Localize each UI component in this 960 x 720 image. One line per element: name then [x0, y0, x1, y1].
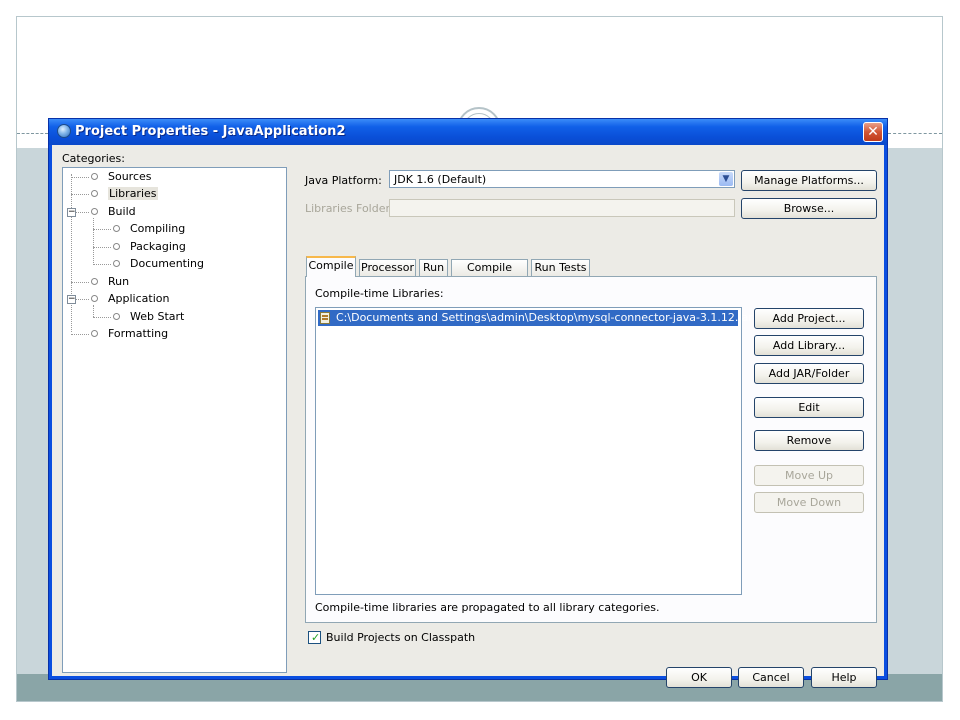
tree-item-label: Documenting: [130, 257, 204, 270]
tree-connector: [93, 229, 111, 230]
tree-item-sources[interactable]: Sources: [91, 169, 152, 185]
node-icon: [91, 172, 98, 180]
list-item[interactable]: C:\Documents and Settings\admin\Desktop\…: [318, 310, 753, 326]
compile-tab-panel: Compile-time Libraries: C:\Documents and…: [305, 276, 877, 623]
categories-label: Categories:: [62, 152, 125, 165]
tree-item-label: Application: [108, 292, 170, 305]
node-icon: [91, 294, 98, 302]
add-project-button[interactable]: Add Project...: [754, 308, 864, 329]
tree-item-label: Run: [108, 275, 130, 288]
title-bar[interactable]: Project Properties - JavaApplication2 ✕: [49, 119, 887, 145]
decorative-line-left: [17, 133, 48, 134]
jar-file-icon: [320, 312, 330, 324]
node-icon: [113, 259, 120, 267]
decorative-line-right: [888, 133, 942, 134]
edit-button[interactable]: Edit: [754, 397, 864, 418]
java-cup-icon: [57, 124, 71, 138]
dialog-content: Categories: − − Sources Libraries Build …: [52, 145, 884, 688]
tree-item-label: Libraries: [108, 187, 158, 200]
libraries-folder-field: [389, 199, 735, 217]
tree-item-label: Sources: [108, 170, 152, 183]
java-platform-value: JDK 1.6 (Default): [394, 173, 487, 186]
move-up-button[interactable]: Move Up: [754, 465, 864, 486]
checkmark-icon: ✓: [311, 631, 321, 644]
chevron-down-icon[interactable]: ▼: [719, 172, 733, 186]
tree-item-compiling[interactable]: Compiling: [113, 221, 185, 237]
tree-item-build[interactable]: Build: [91, 204, 136, 220]
build-on-classpath-label[interactable]: Build Projects on Classpath: [326, 631, 475, 644]
tree-connector: [71, 194, 89, 195]
tree-connector: [93, 264, 111, 265]
tree-connector: [71, 334, 89, 335]
node-icon: [91, 189, 98, 197]
tree-item-packaging[interactable]: Packaging: [113, 239, 186, 255]
node-icon: [91, 329, 98, 337]
tab-run-tests[interactable]: Run Tests: [531, 259, 590, 276]
compile-libraries-note: Compile-time libraries are propagated to…: [315, 601, 660, 614]
manage-platforms-button[interactable]: Manage Platforms...: [741, 170, 877, 191]
tree-item-formatting[interactable]: Formatting: [91, 326, 168, 342]
help-button[interactable]: Help: [811, 667, 877, 688]
tree-item-label: Formatting: [108, 327, 169, 340]
tree-item-web-start[interactable]: Web Start: [113, 309, 184, 325]
java-platform-select[interactable]: JDK 1.6 (Default) ▼: [389, 170, 735, 188]
categories-tree[interactable]: − − Sources Libraries Build Compiling Pa…: [62, 167, 287, 673]
libraries-folder-label: Libraries Folder:: [305, 202, 394, 215]
window-title: Project Properties - JavaApplication2: [75, 124, 346, 139]
tree-item-label: Web Start: [130, 310, 185, 323]
project-properties-dialog: Project Properties - JavaApplication2 ✕ …: [48, 118, 888, 688]
compile-libraries-label: Compile-time Libraries:: [315, 287, 444, 300]
node-icon: [91, 277, 98, 285]
tree-connector: [93, 218, 94, 265]
tab-compile[interactable]: Compile: [306, 256, 356, 277]
add-library-button[interactable]: Add Library...: [754, 335, 864, 356]
node-icon: [113, 242, 120, 250]
tree-item-application[interactable]: Application: [91, 291, 169, 307]
move-down-button[interactable]: Move Down: [754, 492, 864, 513]
tree-item-label: Compiling: [130, 222, 186, 235]
add-jar-folder-button[interactable]: Add JAR/Folder: [754, 363, 864, 384]
compile-libraries-list[interactable]: C:\Documents and Settings\admin\Desktop\…: [315, 307, 753, 595]
tree-connector: [93, 247, 111, 248]
tree-item-run[interactable]: Run: [91, 274, 129, 290]
java-platform-label: Java Platform:: [305, 174, 382, 187]
tree-item-libraries[interactable]: Libraries: [91, 186, 158, 202]
tab-compile-tests[interactable]: Compile Tests: [451, 259, 528, 290]
tab-processor[interactable]: Processor: [359, 259, 416, 276]
browse-button[interactable]: Browse...: [741, 198, 877, 219]
tree-item-label: Build: [108, 205, 136, 218]
library-path: C:\Documents and Settings\admin\Desktop\…: [336, 311, 753, 324]
ok-button[interactable]: OK: [666, 667, 732, 688]
tab-run[interactable]: Run: [419, 259, 448, 276]
tree-item-label: Packaging: [130, 240, 186, 253]
tree-connector: [71, 177, 89, 178]
cancel-button[interactable]: Cancel: [738, 667, 804, 688]
tree-item-documenting[interactable]: Documenting: [113, 256, 204, 272]
node-icon: [113, 224, 120, 232]
tree-connector: [76, 212, 89, 213]
remove-button[interactable]: Remove: [754, 430, 864, 451]
application-collapse-icon[interactable]: −: [67, 295, 76, 304]
node-icon: [113, 312, 120, 320]
close-button[interactable]: ✕: [863, 122, 883, 142]
tree-connector: [71, 282, 89, 283]
node-icon: [91, 207, 98, 215]
tree-connector: [76, 299, 89, 300]
tree-connector: [71, 174, 72, 332]
build-collapse-icon[interactable]: −: [67, 208, 76, 217]
tree-connector: [93, 317, 111, 318]
build-on-classpath-checkbox[interactable]: ✓: [308, 631, 321, 644]
